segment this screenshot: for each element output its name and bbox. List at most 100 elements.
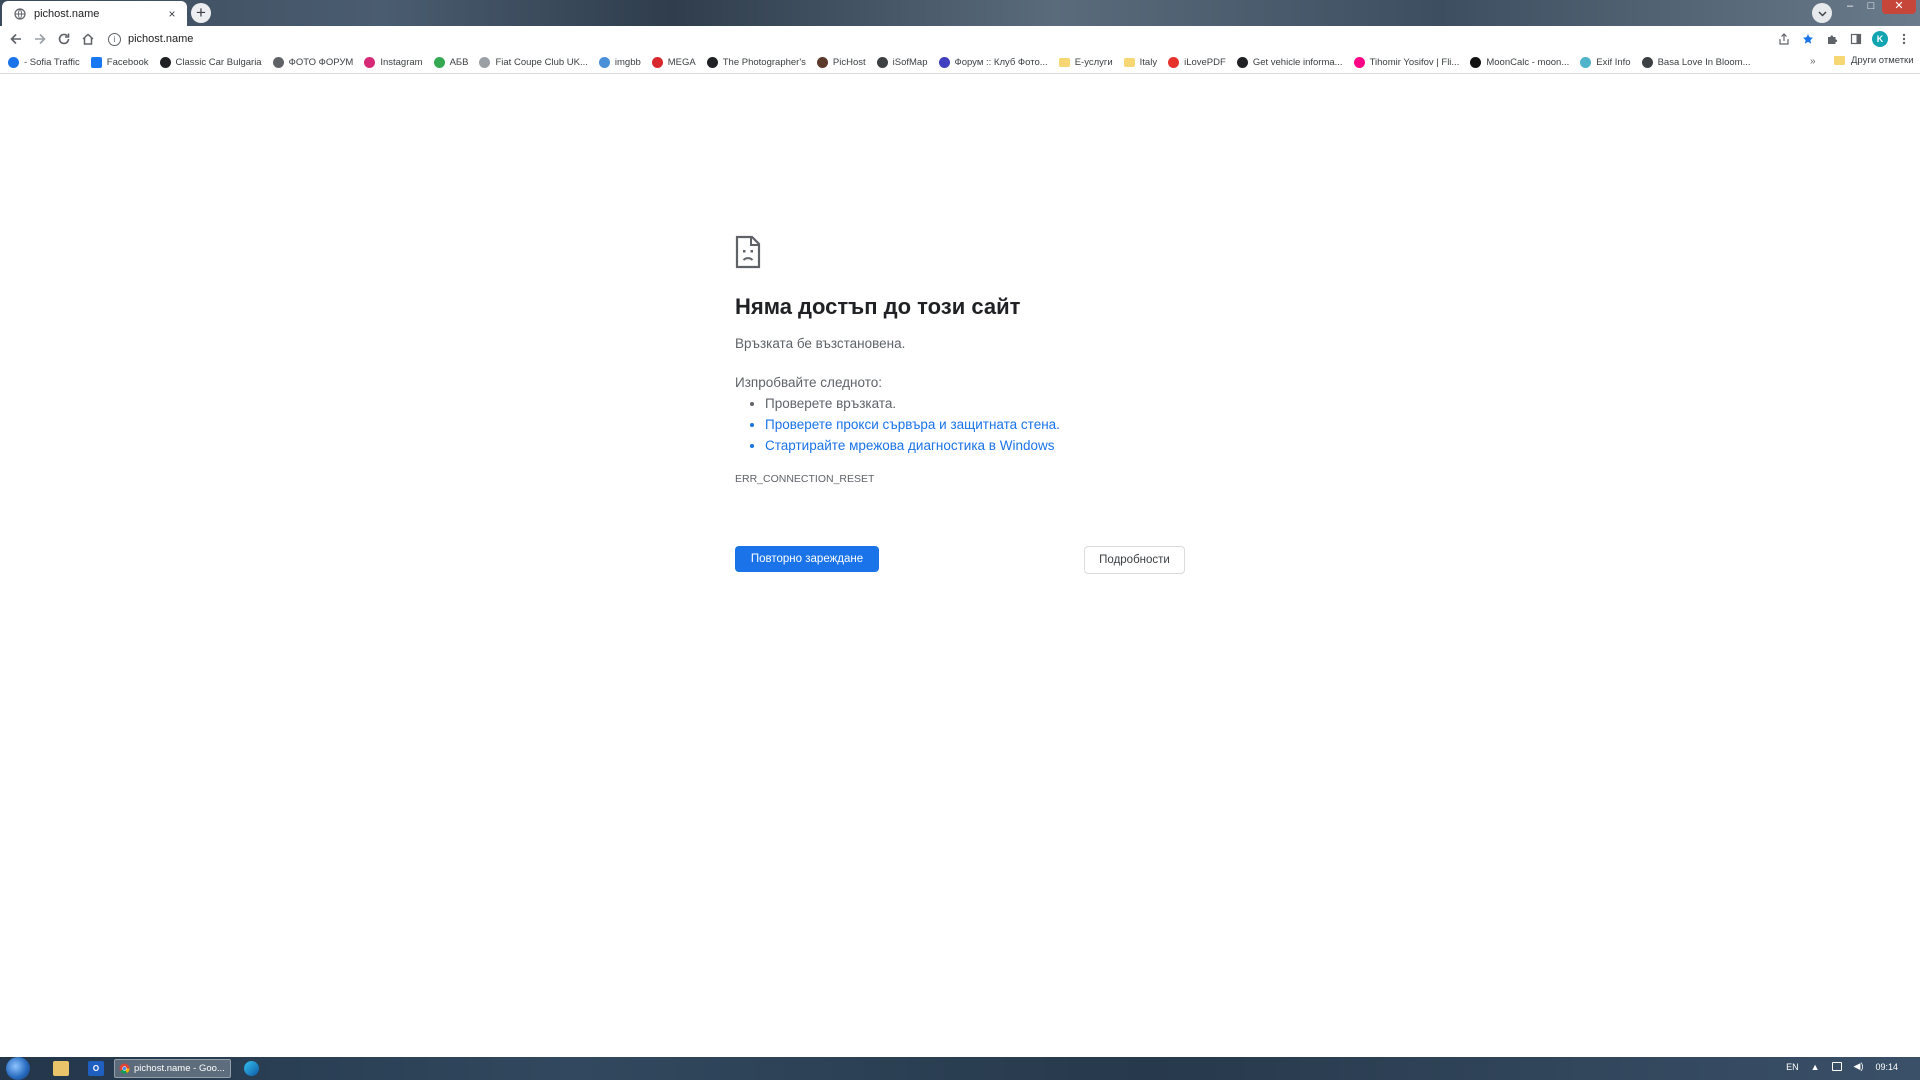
suggestions-list: Проверете връзката. Проверете прокси сър…: [735, 396, 1195, 453]
system-tray: EN ▲ ◀) 09:14: [1786, 1061, 1898, 1072]
suggestion-run-diagnostics-link[interactable]: Стартирайте мрежова диагностика в Window…: [765, 438, 1195, 453]
tab-close-icon[interactable]: ×: [165, 7, 179, 21]
bookmark-item[interactable]: Basa Love In Bloom...: [1641, 57, 1751, 68]
taskbar-chrome-label: pichost.name - Goo...: [134, 1063, 225, 1074]
start-button[interactable]: [6, 1057, 30, 1080]
bookmark-label: The Photographer's: [722, 57, 806, 68]
bookmark-item[interactable]: Fiat Coupe Club UK...: [479, 57, 588, 68]
edge-icon[interactable]: [244, 1061, 259, 1076]
bookmark-item[interactable]: Exif Info: [1580, 57, 1631, 68]
instagram-icon: [364, 57, 376, 68]
mega-icon: [651, 57, 663, 68]
profile-button[interactable]: K: [1870, 27, 1890, 51]
address-bar[interactable]: i pichost.name: [108, 28, 1768, 50]
fiat-icon: [479, 57, 491, 68]
bookmark-item[interactable]: Форум :: Клуб Фото...: [938, 57, 1048, 68]
error-code: ERR_CONNECTION_RESET: [735, 473, 875, 485]
tab-strip: pichost.name × + – □ ✕: [0, 0, 1920, 26]
tab-search-button[interactable]: [1812, 3, 1832, 23]
bookmark-label: Get vehicle informa...: [1252, 57, 1343, 68]
bookmark-item[interactable]: Classic Car Bulgaria: [159, 57, 262, 68]
globe-icon: [876, 57, 888, 68]
reload-button[interactable]: [52, 27, 76, 51]
sofia-traffic-icon: [8, 57, 19, 68]
chevron-down-icon: [1818, 11, 1826, 17]
home-button[interactable]: [76, 27, 100, 51]
menu-button[interactable]: [1894, 27, 1914, 51]
close-window-button[interactable]: ✕: [1882, 0, 1916, 14]
bookmark-item[interactable]: Facebook: [90, 57, 149, 68]
suggestion-check-proxy-link[interactable]: Проверете прокси сървъра и защитната сте…: [765, 417, 1195, 432]
imgbb-icon: [598, 57, 610, 68]
file-explorer-icon[interactable]: [53, 1061, 69, 1076]
windows-taskbar: O pichost.name - Goo... EN ▲ ◀) 09:14: [0, 1057, 1920, 1080]
tab-pichost[interactable]: pichost.name ×: [2, 1, 187, 26]
language-indicator[interactable]: EN: [1786, 1062, 1799, 1072]
bookmark-item[interactable]: Instagram: [364, 57, 423, 68]
bookmark-label: Italy: [1139, 57, 1158, 68]
other-bookmarks-folder[interactable]: Други отметки: [1834, 55, 1914, 66]
bookmark-item[interactable]: imgbb: [598, 57, 641, 68]
side-panel-button[interactable]: [1846, 27, 1866, 51]
minimize-button[interactable]: –: [1840, 0, 1860, 14]
bookmark-label: iSofMap: [892, 57, 928, 68]
forward-button[interactable]: [28, 27, 52, 51]
network-icon[interactable]: [1831, 1062, 1842, 1071]
outlook-icon[interactable]: O: [88, 1061, 104, 1076]
forward-arrow-icon: [35, 33, 46, 45]
taskbar-chrome-window[interactable]: pichost.name - Goo...: [114, 1059, 231, 1078]
suggestion-check-connection: Проверете връзката.: [765, 396, 1195, 411]
bookmark-label: Exif Info: [1596, 57, 1631, 68]
star-icon: [1803, 34, 1813, 44]
bookmarks-bar: - Sofia Traffic Facebook Classic Car Bulga…: [0, 52, 1920, 74]
bookmark-item[interactable]: MEGA: [651, 57, 696, 68]
error-description: Връзката бе възстановена.: [735, 336, 906, 351]
bookmark-item[interactable]: MoonCalc - moon...: [1470, 57, 1569, 68]
facebook-icon: [90, 57, 102, 68]
tray-chevron-icon[interactable]: ▲: [1811, 1062, 1820, 1072]
bookmark-star-button[interactable]: [1798, 27, 1818, 51]
home-icon: [82, 33, 94, 45]
bookmark-label: iLovePDF: [1184, 57, 1226, 68]
bookmark-item[interactable]: The Photographer's: [706, 57, 806, 68]
bookmark-label: PicHost: [832, 57, 866, 68]
site-info-icon[interactable]: i: [108, 32, 121, 46]
bookmark-item[interactable]: Tihomir Yosifov | Fli...: [1353, 57, 1459, 68]
bookmark-item[interactable]: ФОТО ФОРУМ: [272, 57, 354, 68]
feather-icon: [272, 57, 284, 68]
bookmark-label: ФОТО ФОРУМ: [288, 57, 354, 68]
bookmark-item[interactable]: - Sofia Traffic: [8, 57, 80, 68]
reload-page-button[interactable]: Повторно зареждане: [735, 546, 879, 572]
share-button[interactable]: [1774, 27, 1794, 51]
back-arrow-icon: [10, 33, 21, 45]
maximize-button[interactable]: □: [1861, 0, 1881, 14]
chrome-icon: [119, 1063, 130, 1074]
bookmark-label: Форум :: Клуб Фото...: [954, 57, 1048, 68]
bookmark-label: Е-услуги: [1074, 57, 1113, 68]
side-panel-icon: [1850, 33, 1862, 45]
new-tab-button[interactable]: +: [191, 3, 211, 23]
volume-icon[interactable]: ◀): [1854, 1061, 1864, 1072]
clock[interactable]: 09:14: [1875, 1062, 1898, 1072]
bookmark-item[interactable]: iSofMap: [876, 57, 928, 68]
bookmark-label: MEGA: [667, 57, 696, 68]
bookmark-label: Basa Love In Bloom...: [1657, 57, 1751, 68]
reload-icon: [58, 33, 70, 45]
pichost-icon: [816, 57, 828, 68]
error-title: Няма достъп до този сайт: [735, 294, 1021, 319]
bookmarks-overflow-button[interactable]: »: [1810, 56, 1816, 67]
bookmark-label: - Sofia Traffic: [24, 57, 80, 68]
bookmark-item[interactable]: Get vehicle informa...: [1236, 57, 1343, 68]
bookmark-item[interactable]: АБВ: [433, 57, 468, 68]
bookmark-item[interactable]: PicHost: [816, 57, 866, 68]
extensions-button[interactable]: [1822, 27, 1842, 51]
bookmark-item[interactable]: Italy: [1123, 57, 1158, 68]
back-button[interactable]: [4, 27, 28, 51]
bookmark-item[interactable]: iLovePDF: [1168, 57, 1226, 68]
browser-toolbar: i pichost.name K: [0, 26, 1920, 52]
bookmark-label: Classic Car Bulgaria: [175, 57, 262, 68]
bookmark-item[interactable]: Е-услуги: [1058, 57, 1113, 68]
details-button[interactable]: Подробности: [1084, 546, 1185, 574]
avatar: K: [1872, 31, 1888, 47]
sad-page-icon: [735, 235, 761, 269]
